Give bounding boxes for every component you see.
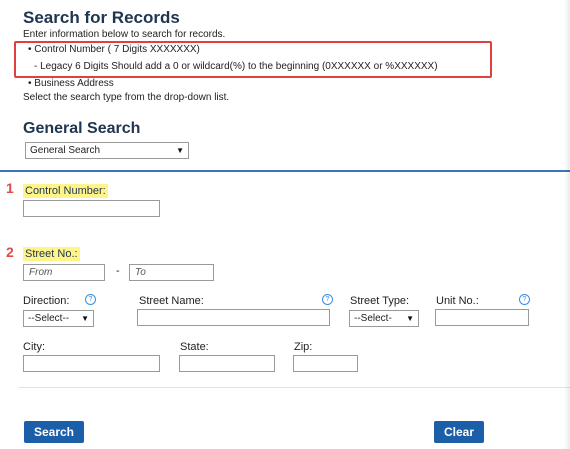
- control-number-label: Control Number:: [23, 184, 108, 198]
- zip-input[interactable]: [293, 355, 358, 372]
- section-divider: [0, 170, 570, 172]
- unit-no-input[interactable]: [435, 309, 529, 326]
- street-no-from-input[interactable]: From: [23, 264, 105, 281]
- select-hint: Select the search type from the drop-dow…: [23, 92, 230, 103]
- chevron-down-icon: ▼: [406, 314, 414, 323]
- street-no-to-input[interactable]: To: [129, 264, 214, 281]
- bullet-business-address: • Business Address: [28, 78, 114, 89]
- bullet-legacy-note: - Legacy 6 Digits Should add a 0 or wild…: [34, 61, 438, 72]
- form-divider: [18, 387, 570, 388]
- state-input[interactable]: [179, 355, 275, 372]
- direction-label: Direction:: [23, 295, 70, 307]
- unit-no-help-icon[interactable]: ?: [519, 294, 530, 305]
- city-input[interactable]: [23, 355, 160, 372]
- page-title: Search for Records: [23, 8, 180, 27]
- chevron-down-icon: ▼: [176, 146, 184, 155]
- chevron-down-icon: ▼: [81, 314, 89, 323]
- street-type-select[interactable]: --Select- ▼: [349, 310, 419, 327]
- street-type-label: Street Type:: [350, 295, 410, 307]
- state-label: State:: [180, 341, 209, 353]
- intro-text: Enter information below to search for re…: [23, 29, 226, 40]
- search-button[interactable]: Search: [24, 421, 84, 443]
- direction-select[interactable]: --Select-- ▼: [23, 310, 94, 327]
- bullet-control-number: • Control Number ( 7 Digits XXXXXXX): [28, 44, 200, 55]
- marker-1: 1: [6, 180, 14, 196]
- street-name-label: Street Name:: [139, 295, 204, 307]
- unit-no-label: Unit No.:: [436, 295, 479, 307]
- clear-button[interactable]: Clear: [434, 421, 484, 443]
- street-no-label: Street No.:: [23, 247, 80, 261]
- direction-value: --Select--: [28, 313, 70, 324]
- control-number-input[interactable]: [23, 200, 160, 217]
- direction-help-icon[interactable]: ?: [85, 294, 96, 305]
- street-name-input[interactable]: [137, 309, 330, 326]
- search-type-select[interactable]: General Search ▼: [25, 142, 189, 159]
- marker-2: 2: [6, 244, 14, 260]
- general-search-heading: General Search: [23, 120, 141, 137]
- street-no-dash: -: [116, 265, 120, 277]
- street-type-value: --Select-: [354, 313, 392, 324]
- zip-label: Zip:: [294, 341, 313, 353]
- search-type-value: General Search: [30, 145, 101, 156]
- right-edge-shadow: [564, 0, 570, 449]
- city-label: City:: [23, 341, 45, 353]
- street-name-help-icon[interactable]: ?: [322, 294, 333, 305]
